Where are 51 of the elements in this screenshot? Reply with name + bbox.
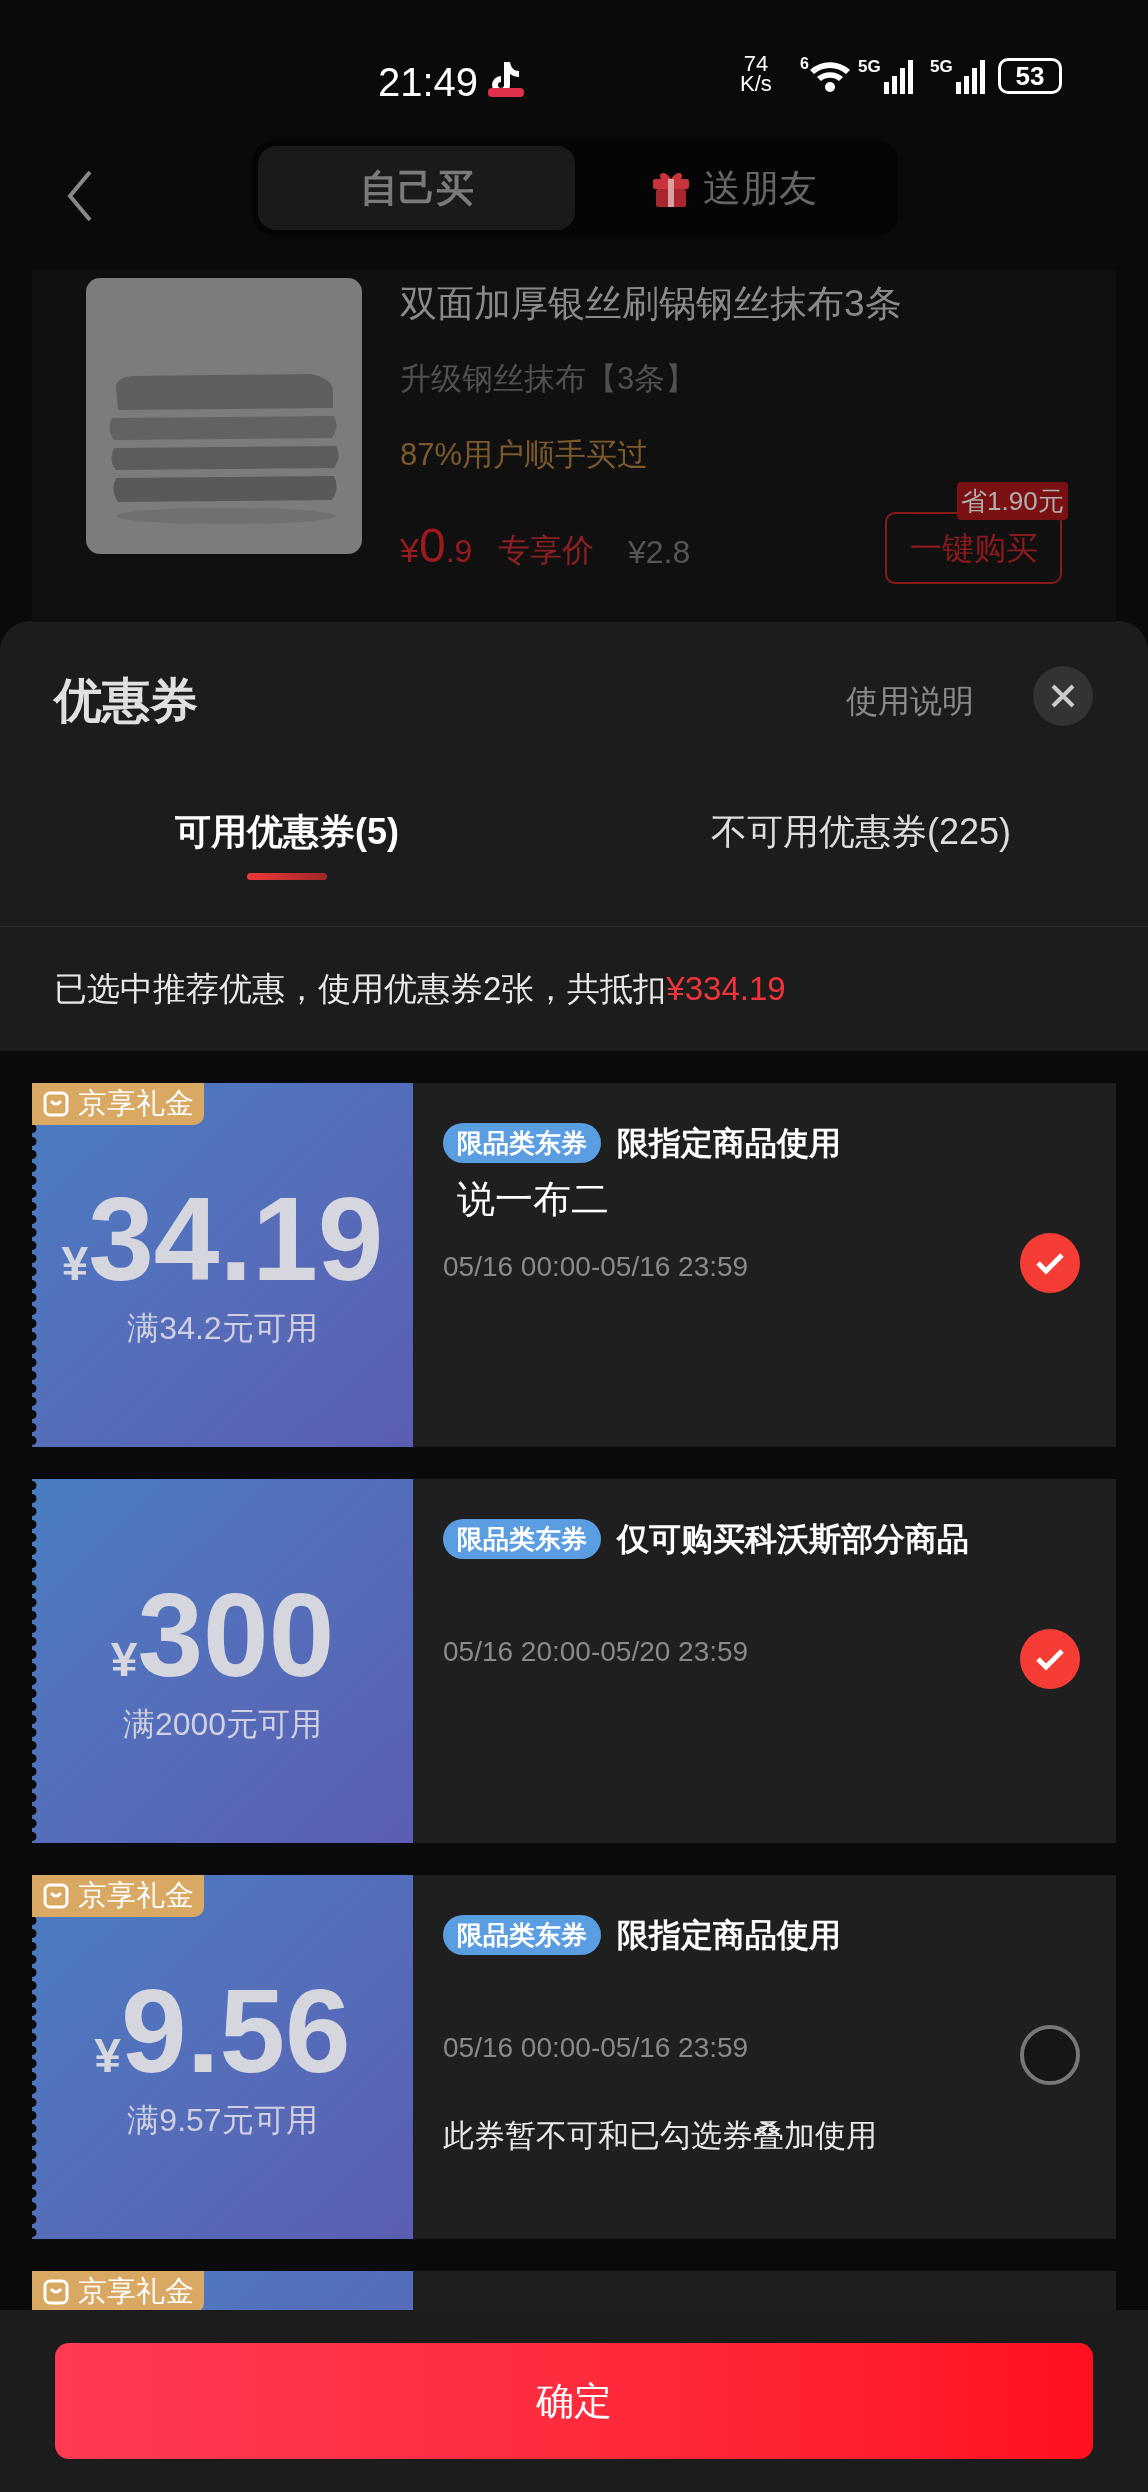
network-type-label: 5G <box>858 56 881 78</box>
coupon-condition: 满34.2元可用 <box>127 1308 318 1348</box>
confirm-button[interactable]: 确定 <box>55 2343 1093 2459</box>
select-radio[interactable] <box>1020 2025 1080 2085</box>
coupon-note: 此券暂不可和已勾选券叠加使用 <box>443 2117 878 2155</box>
coupon-tab[interactable]: 不可用优惠券(225) <box>574 781 1148 926</box>
coupon-condition: 满2000元可用 <box>122 1704 323 1744</box>
network-speed-unit: K/s <box>740 74 772 94</box>
usage-instructions-link[interactable]: 使用说明 <box>846 677 974 725</box>
coupon-title: 限指定商品使用 <box>617 1124 841 1163</box>
validity-period: 05/16 00:00-05/16 23:59 <box>443 1250 749 1284</box>
clock-time: 21:49 <box>378 59 479 106</box>
gift-money-tag: 京享礼金 <box>32 1083 204 1125</box>
coupon-type-badge: 限品类东券 <box>443 1519 601 1559</box>
validity-period: 05/16 00:00-05/16 23:59 <box>443 2031 749 2065</box>
product-variant: 升级钢丝抹布【3条】 <box>400 360 697 398</box>
gift-money-tag: 京享礼金 <box>32 1875 204 1917</box>
battery-indicator: 53 <box>998 58 1062 94</box>
network-type-label: 5G <box>930 56 953 78</box>
coupon-amount: ¥300 <box>110 1574 335 1696</box>
social-proof-text: 87%用户顺手买过 <box>400 436 649 474</box>
product-title: 双面加厚银丝刷锅钢丝抹布3条 <box>400 282 902 326</box>
select-radio[interactable] <box>1020 1233 1080 1293</box>
coupon-subtitle: 说一布二 <box>457 1177 610 1222</box>
coupon-type-badge: 限品类东券 <box>443 1123 601 1163</box>
savings-badge: 省1.90元 <box>957 482 1068 520</box>
bag-icon <box>42 1090 70 1118</box>
bag-icon <box>42 1882 70 1910</box>
product-price: ¥0.9 <box>400 518 473 574</box>
original-price: ¥2.8 <box>628 533 691 572</box>
segment-tab[interactable]: 送朋友 <box>575 146 892 230</box>
checkmark-icon <box>1035 1647 1065 1671</box>
network-speed-value: 74 <box>743 54 769 74</box>
coupon-tab[interactable]: 可用优惠券(5) <box>0 781 574 926</box>
gift-money-tag: 京享礼金 <box>32 2271 204 2310</box>
wifi-label: 6 <box>800 54 809 74</box>
close-icon <box>1050 683 1076 709</box>
sheet-title: 优惠券 <box>54 673 198 729</box>
coupon-title: 限指定商品使用 <box>617 1916 841 1955</box>
coupon-condition: 满9.57元可用 <box>127 2100 318 2140</box>
segment-tab[interactable]: 自己买 <box>258 146 575 230</box>
coupon-title: 仅可购买科沃斯部分商品 <box>617 1520 969 1559</box>
coupon-type-badge: 限品类东券 <box>443 1915 601 1955</box>
checkmark-icon <box>1035 1251 1065 1275</box>
validity-period: 05/16 20:00-05/20 23:59 <box>443 1635 749 1669</box>
price-label: 专享价 <box>498 531 594 570</box>
selection-summary: 已选中推荐优惠，使用优惠券2张，共抵扣¥334.19 <box>54 969 786 1010</box>
bag-icon <box>42 2278 70 2306</box>
select-radio[interactable] <box>1020 1629 1080 1689</box>
coupon-amount: ¥34.19 <box>61 1178 384 1300</box>
coupon-amount: ¥9.56 <box>94 1970 351 2092</box>
